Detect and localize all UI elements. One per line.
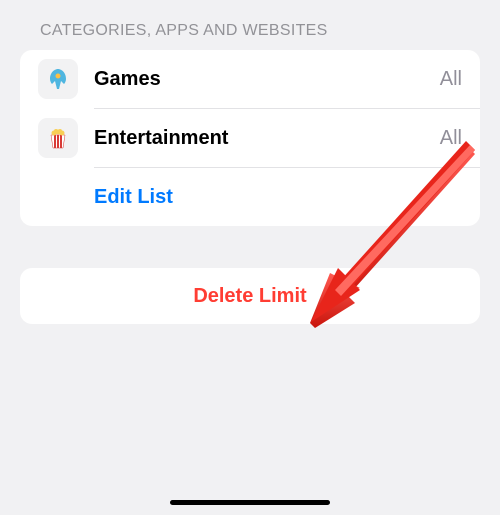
- list-row-entertainment[interactable]: Entertainment All: [20, 109, 480, 167]
- edit-list-link: Edit List: [94, 186, 173, 209]
- popcorn-icon: [38, 118, 78, 158]
- list-item-value: All: [440, 127, 462, 150]
- edit-list-row[interactable]: Edit List: [20, 168, 480, 226]
- list-row-games[interactable]: Games All: [20, 50, 480, 108]
- list-item-value: All: [440, 68, 462, 91]
- list-item-label: Games: [94, 68, 440, 91]
- delete-limit-label: Delete Limit: [193, 285, 306, 308]
- list-item-label: Entertainment: [94, 127, 440, 150]
- section-header: Categories, Apps and Websites: [0, 0, 500, 50]
- rocket-icon: [38, 59, 78, 99]
- categories-card: Games All Entertainment All Edit List: [20, 50, 480, 226]
- home-indicator[interactable]: [170, 500, 330, 505]
- delete-limit-button[interactable]: Delete Limit: [20, 268, 480, 324]
